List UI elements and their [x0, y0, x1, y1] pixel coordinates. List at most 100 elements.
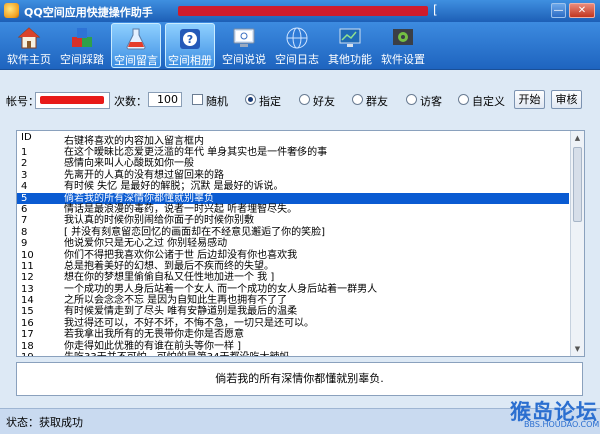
list-item-id: 10 — [21, 249, 34, 261]
radio-groups-label: 群友 — [366, 95, 388, 108]
tool-settings-label: 软件设置 — [381, 53, 425, 66]
tool-diary[interactable]: 空间日志 — [272, 23, 322, 68]
list-item-id: 9 — [21, 238, 28, 250]
status-text: 状态：获取成功 — [6, 416, 83, 429]
list-item-id: 11 — [21, 260, 34, 272]
list-item-text: 若我拿出我所有的无畏带你走你是否愿意 — [64, 329, 244, 341]
title-bracket: [ — [433, 3, 438, 17]
list-item[interactable]: 13 一个成功的男人身后站着一个女人 而一个成功的女人身后站着一群男人 — [17, 284, 569, 295]
list-item-text: 总是抱着美好的幻想、到最后不疾而终的失望。 — [64, 260, 274, 272]
list-item[interactable]: 2 感情向来叫人心酸既如你一般 — [17, 158, 569, 169]
list-item-id: 7 — [21, 215, 28, 227]
random-label: 随机 — [206, 95, 228, 108]
tool-home[interactable]: 软件主页 — [4, 23, 54, 68]
times-label: 次数： — [114, 95, 147, 108]
tool-other-label: 其他功能 — [328, 53, 372, 66]
app-icon — [4, 3, 19, 18]
list-item[interactable]: 5 倘若我的所有深情你都懂就别辜负 — [17, 192, 569, 204]
list-item[interactable]: 1 在这个暧昧比恋爱更泛滥的年代 单身其实也是一件奢侈的事 — [17, 147, 569, 158]
list-item-id: 14 — [21, 295, 34, 307]
list-item-text: 之所以会念念不忘 是因为自知此生再也拥有不了了 — [64, 295, 288, 307]
times-input[interactable]: 100 — [148, 92, 182, 107]
list-item[interactable]: 7 我认真的时候你别闹给你面子的时候你别敷 — [17, 215, 569, 226]
scroll-thumb[interactable] — [573, 147, 582, 222]
globe-icon — [286, 27, 308, 49]
house-icon — [17, 27, 41, 49]
radio-custom[interactable] — [458, 94, 469, 105]
start-button[interactable]: 开始 — [514, 90, 545, 109]
list-item-id: 6 — [21, 203, 28, 215]
radio-groups[interactable] — [352, 94, 363, 105]
tool-talk[interactable]: 空间说说 — [219, 23, 269, 68]
list-item[interactable]: 19 先吃33天并不可怕，可怕的是第34天都没吃大辣蚂。 — [17, 352, 569, 356]
list-item[interactable]: 3 先离开的人真的没有想过留回来的路 — [17, 170, 569, 181]
list-item-id: 2 — [21, 158, 28, 170]
list-item-text: 我过得还可以，不好不坏，不悔不急，一切只是还可以。 — [64, 317, 314, 329]
list-rows: 1 在这个暧昧比恋爱更泛滥的年代 单身其实也是一件奢侈的事 2 感情向来叫人心酸既如你… — [17, 147, 569, 356]
list-item[interactable]: 6 情话是最浪漫的毒药，说者一时兴起 听者埋智尽失。 — [17, 204, 569, 215]
tool-talk-label: 空间说说 — [222, 53, 266, 66]
tool-diary-label: 空间日志 — [275, 53, 319, 66]
tool-stomp[interactable]: 空间踩踏 — [57, 23, 107, 68]
radio-specified[interactable] — [245, 94, 256, 105]
list-item-text: 先吃33天并不可怕，可怕的是第34天都没吃大辣蚂。 — [64, 352, 299, 356]
tool-message[interactable]: 空间留言 — [111, 23, 161, 68]
list-item[interactable]: 18 你走得如此优雅的有谁在前头等你一样 ] — [17, 341, 569, 352]
radio-friends[interactable] — [299, 94, 310, 105]
message-preview[interactable]: 倘若我的所有深情你都懂就别辜负. — [16, 362, 583, 396]
monitor-icon — [233, 28, 255, 47]
list-item[interactable]: 17 若我拿出我所有的无畏带你走你是否愿意 — [17, 329, 569, 340]
account-redaction — [40, 96, 104, 104]
radio-specified-label: 指定 — [259, 95, 281, 108]
list-item[interactable]: 9 他说爱你只是无心之过 你别轻易感动 — [17, 238, 569, 249]
list-item[interactable]: 4 有时候 失忆 是最好的解脱；沉默 是最好的诉说。 — [17, 181, 569, 192]
list-item-text: 倘若我的所有深情你都懂就别辜负 — [64, 192, 214, 204]
help-icon: ? — [180, 29, 200, 49]
list-scrollbar[interactable]: ▲ ▼ — [570, 131, 584, 356]
account-input[interactable] — [35, 92, 110, 109]
tool-other[interactable]: 其他功能 — [325, 23, 375, 68]
list-item[interactable]: 10 你们不得把我喜欢你公诸于世 后边却没有你也喜欢我 — [17, 250, 569, 261]
column-id: ID — [21, 132, 32, 143]
window-title: QQ空间应用快捷操作助手 — [24, 6, 153, 19]
tool-settings[interactable]: 软件设置 — [378, 23, 428, 68]
tool-album-label: 空间相册 — [168, 54, 212, 67]
list-item[interactable]: 12 想在你的梦想里偷偷自私又任性地加进一个 我 ] — [17, 272, 569, 283]
list-item-id: 16 — [21, 317, 34, 329]
radio-custom-label: 自定义 — [472, 95, 505, 108]
message-list[interactable]: ID 右键将喜欢的内容加入留言框内 1 在这个暧昧比恋爱更泛滥的年代 单身其实也是… — [16, 130, 585, 357]
list-item-id: 1 — [21, 147, 28, 158]
title-redacted-bar — [178, 6, 428, 16]
gear-icon — [393, 29, 413, 45]
list-item[interactable]: 15 有时候爱情走到了尽头 唯有安静道别是我最后的温柔 — [17, 306, 569, 317]
minimize-button[interactable]: — — [551, 3, 566, 18]
list-item-text: 我认真的时候你别闹给你面子的时候你别敷 — [64, 215, 254, 227]
list-item-text: 你走得如此优雅的有谁在前头等你一样 ] — [64, 340, 242, 352]
radio-visitors[interactable] — [406, 94, 417, 105]
list-item-text: 在这个暧昧比恋爱更泛滥的年代 单身其实也是一件奢侈的事 — [64, 147, 328, 158]
list-item-id: 15 — [21, 306, 34, 318]
list-item[interactable]: 11 总是抱着美好的幻想、到最后不疾而终的失望。 — [17, 261, 569, 272]
watermark-logo: 猴岛论坛 BBS.HOUDAO.COM — [482, 396, 599, 432]
cubes-icon — [72, 28, 92, 47]
list-item[interactable]: 14 之所以会念念不忘 是因为自知此生再也拥有不了了 — [17, 295, 569, 306]
scroll-down-arrow[interactable]: ▼ — [573, 344, 582, 354]
list-item-id: 13 — [21, 283, 34, 295]
list-item-text: 有时候 失忆 是最好的解脱；沉默 是最好的诉说。 — [64, 181, 284, 193]
list-item-text: 感情向来叫人心酸既如你一般 — [64, 158, 194, 170]
review-button[interactable]: 审核 — [551, 90, 582, 109]
title-bar: QQ空间应用快捷操作助手 [ — ✕ — [0, 0, 600, 22]
list-item-text: 一个成功的男人身后站着一个女人 而一个成功的女人身后站着一群男人 — [64, 283, 378, 295]
main-toolbar: 软件主页 空间踩踏 空间留言 ? 空间相册 空间说说 空间日志 其他功能 软件设… — [0, 22, 600, 70]
list-item[interactable]: 8 [ 并没有刻意留恋回忆的画面却在不经意见邂逅了你的笑脸] — [17, 227, 569, 238]
list-item-id: 4 — [21, 181, 28, 193]
list-item[interactable]: 16 我过得还可以，不好不坏，不悔不急，一切只是还可以。 — [17, 318, 569, 329]
list-item-id: 5 — [21, 192, 28, 204]
tool-album[interactable]: ? 空间相册 — [165, 23, 215, 68]
random-checkbox[interactable] — [192, 94, 203, 105]
scroll-up-arrow[interactable]: ▲ — [573, 133, 582, 143]
list-header: ID 右键将喜欢的内容加入留言框内 — [17, 131, 569, 147]
close-button[interactable]: ✕ — [569, 3, 595, 18]
tool-stomp-label: 空间踩踏 — [60, 53, 104, 66]
column-content: 右键将喜欢的内容加入留言框内 — [64, 136, 204, 147]
